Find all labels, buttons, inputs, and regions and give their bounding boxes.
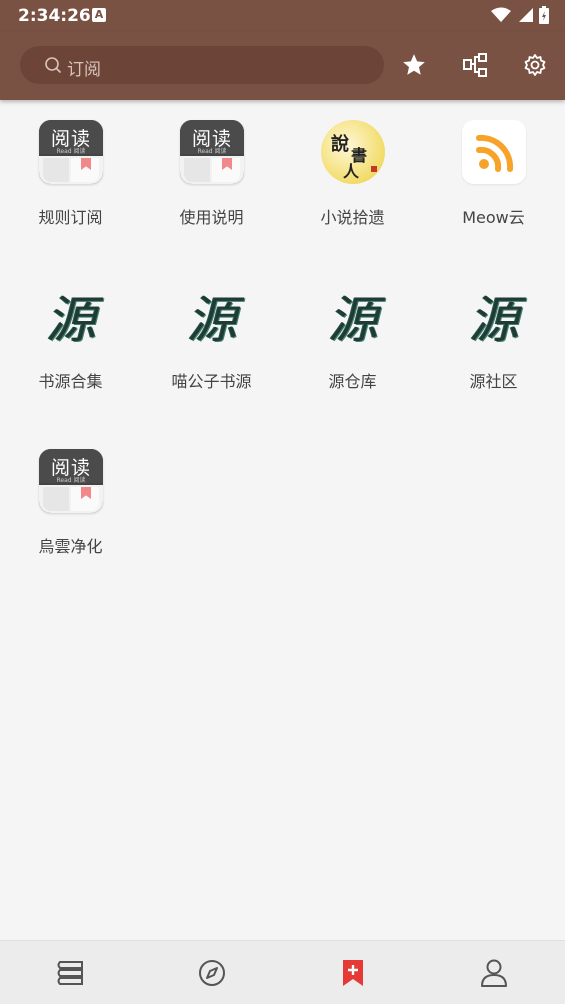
subscription-label: 小说拾遗 bbox=[320, 208, 385, 227]
settings-button[interactable] bbox=[521, 51, 549, 79]
profile-icon bbox=[481, 959, 507, 987]
bookshelf-icon bbox=[57, 961, 83, 985]
yuan-calligraphy-icon: 源 bbox=[328, 291, 378, 349]
bottom-navigation bbox=[0, 940, 565, 1004]
subscription-label: 源社区 bbox=[469, 372, 518, 391]
subscription-item[interactable]: 阅读 Read 阅读 烏雲净化 bbox=[0, 429, 141, 593]
subscription-item[interactable]: 源 书源合集 bbox=[0, 264, 141, 428]
read-icon-subtitle: Read 阅读 bbox=[197, 148, 227, 155]
star-icon bbox=[403, 54, 425, 75]
notification-a-icon: A bbox=[92, 8, 106, 22]
nav-bookshelf[interactable] bbox=[55, 957, 87, 989]
subscription-item[interactable]: 源 源仓库 bbox=[282, 264, 423, 428]
rule-subscription-icon bbox=[463, 53, 487, 77]
subscription-item[interactable]: Meow云 bbox=[423, 100, 564, 264]
nav-explore[interactable] bbox=[196, 957, 228, 989]
read-icon-subtitle: Read 阅读 bbox=[56, 148, 86, 155]
subscription-label: 使用说明 bbox=[179, 208, 244, 227]
search-placeholder: 订阅 bbox=[67, 60, 101, 80]
subscription-label: 书源合集 bbox=[38, 372, 103, 391]
wifi-icon bbox=[491, 7, 511, 22]
subscription-label: 喵公子书源 bbox=[171, 372, 252, 391]
subscription-item[interactable]: 阅读 Read 阅读 使用说明 bbox=[141, 100, 282, 264]
yuan-calligraphy-icon: 源 bbox=[469, 291, 519, 349]
nav-subscription[interactable] bbox=[337, 957, 369, 989]
read-app-icon: 阅读 Read 阅读 bbox=[39, 449, 103, 513]
storyteller-icon: 說 書 人 bbox=[321, 120, 385, 184]
subscription-icon bbox=[343, 960, 363, 986]
subscription-item[interactable]: 阅读 Read 阅读 规则订阅 bbox=[0, 100, 141, 264]
subscription-label: 规则订阅 bbox=[38, 208, 103, 227]
app-bar: 订阅 bbox=[0, 32, 565, 100]
search-icon bbox=[45, 57, 62, 74]
subscription-item[interactable]: 源 喵公子书源 bbox=[141, 264, 282, 428]
status-time: 2:34:26 bbox=[18, 6, 91, 26]
rule-subscription-button[interactable] bbox=[461, 51, 489, 79]
yuan-calligraphy-icon: 源 bbox=[187, 291, 237, 349]
read-app-icon: 阅读 Read 阅读 bbox=[180, 120, 244, 184]
subscription-item[interactable]: 源 源社区 bbox=[423, 264, 564, 428]
explore-icon bbox=[199, 960, 225, 986]
yuan-calligraphy-icon: 源 bbox=[46, 291, 96, 349]
subscription-label: 烏雲净化 bbox=[38, 537, 103, 556]
star-button[interactable] bbox=[400, 51, 428, 79]
status-bar: 2:34:26 A bbox=[0, 0, 565, 32]
subscription-label: Meow云 bbox=[462, 208, 525, 227]
battery-icon bbox=[539, 6, 549, 24]
settings-icon bbox=[524, 54, 546, 76]
subscription-item[interactable]: 說 書 人 小说拾遗 bbox=[282, 100, 423, 264]
signal-icon bbox=[519, 8, 533, 22]
subscription-label: 源仓库 bbox=[328, 372, 377, 391]
rss-icon bbox=[462, 120, 526, 184]
read-icon-subtitle: Read 阅读 bbox=[56, 477, 86, 484]
read-app-icon: 阅读 Read 阅读 bbox=[39, 120, 103, 184]
search-bar[interactable]: 订阅 bbox=[20, 46, 384, 84]
nav-profile[interactable] bbox=[478, 957, 510, 989]
system-icons bbox=[491, 6, 549, 24]
